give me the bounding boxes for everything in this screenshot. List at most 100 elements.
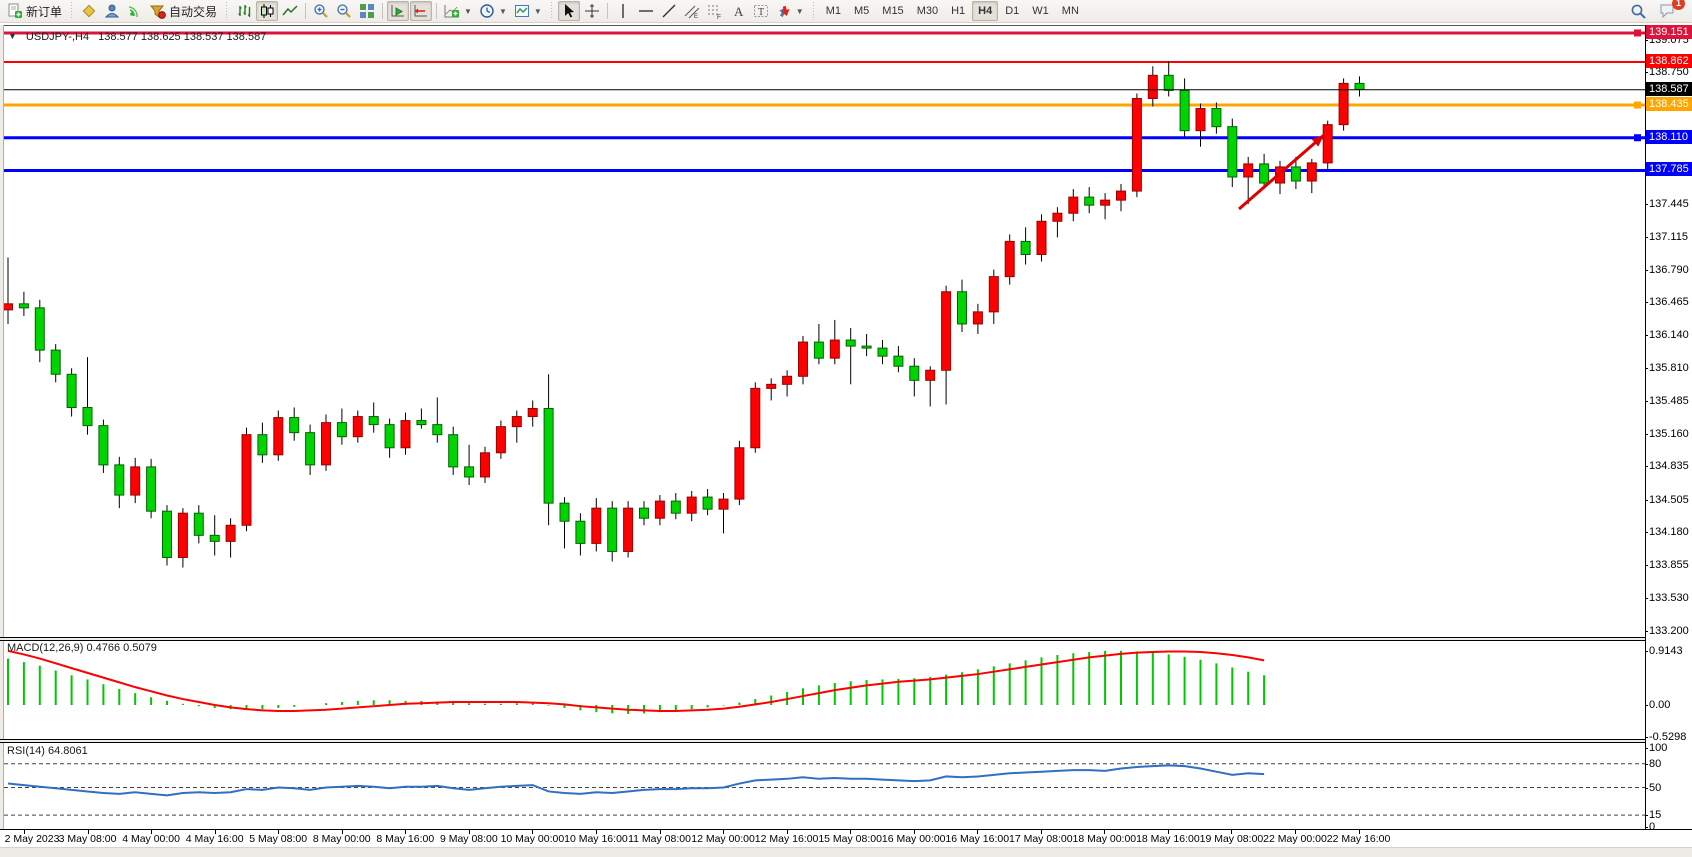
rsi-panel[interactable] — [4, 743, 1645, 829]
price-level-label: 138.435 — [1646, 97, 1692, 111]
price-chart-panel[interactable] — [4, 25, 1645, 637]
brush-icon — [81, 3, 97, 19]
community-button[interactable] — [101, 1, 123, 21]
time-tick-label: 3 May 08:00 — [59, 833, 117, 845]
line-chart-icon — [282, 3, 298, 19]
bar-chart-button[interactable] — [233, 1, 255, 21]
auto-trading-icon — [150, 3, 166, 19]
price-tick-label: 136.790 — [1649, 264, 1689, 276]
profile-icon — [104, 3, 120, 19]
chart-title: ▼ USDJPY-,H4 138.577 138.625 138.537 138… — [8, 31, 266, 43]
ohlc-quote-label: 138.577 138.625 138.537 138.587 — [98, 31, 266, 43]
bar-chart-icon — [236, 3, 252, 19]
cursor-icon — [561, 3, 577, 19]
crosshair-button[interactable] — [581, 1, 603, 21]
equidistant-channel-icon: E — [684, 3, 700, 19]
time-tick-label: 10 May 00:00 — [501, 833, 565, 845]
time-tick-label: 16 May 00:00 — [882, 833, 946, 845]
zoom-out-icon — [336, 3, 352, 19]
mt4-terminal: 新订单 自动交易 — [0, 0, 1692, 857]
price-axis[interactable]: 139.075138.750137.445137.115136.790136.4… — [1645, 25, 1692, 829]
chart-shift-button[interactable] — [410, 1, 432, 21]
candlestick-icon — [259, 3, 275, 19]
channel-button[interactable]: E — [681, 1, 703, 21]
timeframe-m15[interactable]: M15 — [876, 1, 909, 21]
timeframe-mn[interactable]: MN — [1056, 1, 1085, 21]
chart-shift-icon — [413, 3, 429, 19]
price-tick-label: 134.180 — [1649, 526, 1689, 538]
tile-windows-button[interactable] — [356, 1, 378, 21]
notifications-button[interactable]: 1 — [1656, 1, 1680, 21]
toolbar-separator — [810, 2, 817, 20]
toolbar-separator — [436, 3, 437, 19]
auto-scroll-button[interactable] — [387, 1, 409, 21]
macd-axis-label: 0.9143 — [1649, 645, 1683, 657]
chevron-down-icon: ▼ — [534, 7, 542, 16]
zoom-out-button[interactable] — [333, 1, 355, 21]
rsi-label: RSI(14) 64.8061 — [7, 745, 88, 757]
macd-axis-label: -0.5298 — [1649, 731, 1686, 743]
macd-panel[interactable] — [4, 641, 1645, 740]
line-chart-button[interactable] — [279, 1, 301, 21]
price-level-label: 139.151 — [1646, 25, 1692, 39]
signals-icon — [127, 3, 143, 19]
time-axis[interactable]: 2 May 20233 May 08:004 May 00:004 May 16… — [0, 829, 1692, 847]
styler-button[interactable] — [78, 1, 100, 21]
timeframe-toolbar: M1M5M15M30H1H4D1W1MN — [820, 1, 1085, 21]
zoom-in-icon — [313, 3, 329, 19]
template-icon — [514, 3, 530, 19]
auto-trading-button[interactable]: 自动交易 — [147, 1, 220, 21]
time-tick-label: 12 May 00:00 — [691, 833, 755, 845]
window-menu-icon[interactable]: ▼ — [8, 31, 17, 43]
signals-button[interactable] — [124, 1, 146, 21]
search-button[interactable] — [1627, 1, 1650, 21]
templates-button[interactable]: ▼ — [511, 1, 545, 21]
time-tick-label: 12 May 16:00 — [755, 833, 819, 845]
candlestick-chart-button[interactable] — [256, 1, 278, 21]
periods-button[interactable]: ▼ — [476, 1, 510, 21]
zoom-in-button[interactable] — [310, 1, 332, 21]
timeframe-d1[interactable]: D1 — [999, 1, 1025, 21]
text-button[interactable]: A — [727, 1, 749, 21]
new-order-button[interactable]: 新订单 — [4, 1, 65, 21]
crosshair-icon — [584, 3, 600, 19]
timeframe-w1[interactable]: W1 — [1026, 1, 1055, 21]
time-tick-label: 15 May 08:00 — [818, 833, 882, 845]
symbol-period-label: USDJPY-,H4 — [26, 31, 89, 43]
auto-scroll-icon — [390, 3, 406, 19]
time-tick-label: 8 May 16:00 — [376, 833, 434, 845]
timeframe-m1[interactable]: M1 — [820, 1, 847, 21]
vertical-line-button[interactable] — [612, 1, 634, 21]
arrows-button[interactable]: ▼ — [773, 1, 807, 21]
clock-icon — [479, 3, 495, 19]
cursor-button[interactable] — [558, 1, 580, 21]
time-tick-label: 18 May 00:00 — [1073, 833, 1137, 845]
macd-label: MACD(12,26,9) 0.4766 0.5079 — [7, 642, 157, 654]
time-tick-label: 22 May 16:00 — [1327, 833, 1391, 845]
timeframe-h4[interactable]: H4 — [972, 1, 998, 21]
chevron-down-icon: ▼ — [796, 7, 804, 16]
fibonacci-button[interactable]: F — [704, 1, 726, 21]
new-order-icon — [7, 3, 23, 19]
auto-trading-label: 自动交易 — [169, 3, 217, 20]
timeframe-m5[interactable]: M5 — [848, 1, 875, 21]
price-tick-label: 137.445 — [1649, 198, 1689, 210]
toolbar-separator — [607, 3, 608, 19]
horizontal-line-button[interactable] — [635, 1, 657, 21]
tile-windows-icon — [359, 3, 375, 19]
toolbar-separator — [68, 2, 75, 20]
time-tick-label: 5 May 08:00 — [249, 833, 307, 845]
trendline-button[interactable] — [658, 1, 680, 21]
price-tick-label: 133.855 — [1649, 559, 1689, 571]
price-tick-label: 138.750 — [1649, 66, 1689, 78]
price-tick-label: 135.160 — [1649, 428, 1689, 440]
toolbar-separator — [382, 3, 383, 19]
timeframe-m30[interactable]: M30 — [911, 1, 944, 21]
indicators-button[interactable]: ▼ — [441, 1, 475, 21]
text-label-button[interactable]: T — [750, 1, 772, 21]
notification-badge: 1 — [1672, 0, 1685, 10]
horizontal-line-icon — [638, 3, 654, 19]
timeframe-h1[interactable]: H1 — [945, 1, 971, 21]
toolbar-separator — [223, 2, 230, 20]
new-order-label: 新订单 — [26, 3, 62, 20]
